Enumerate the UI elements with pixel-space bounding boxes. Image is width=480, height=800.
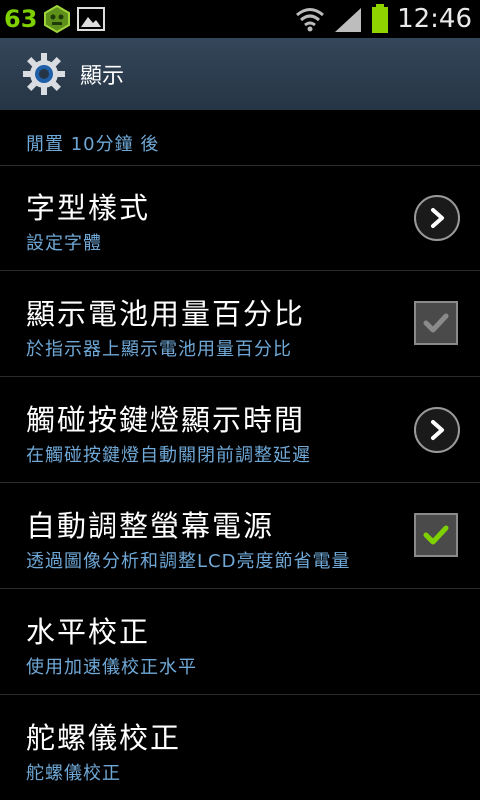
battery-icon xyxy=(372,4,389,33)
setting-title: 水平校正 xyxy=(26,615,151,649)
notification-count: 63 xyxy=(4,5,38,33)
setting-item-horizontal-calibration[interactable]: 水平校正 使用加速儀校正水平 xyxy=(0,589,480,695)
setting-summary: 閒置 10分鐘 後 xyxy=(26,134,160,155)
setting-title: 觸碰按鍵燈顯示時間 xyxy=(26,403,306,437)
settings-list[interactable]: 閒置 10分鐘 後 字型樣式 設定字體 顯示電池用量百分比 於指示器上顯示電池用… xyxy=(0,110,480,800)
setting-summary: 在觸碰按鍵燈自動關閉前調整延遲 xyxy=(26,445,311,466)
status-bar: 63 12:46 xyxy=(0,0,480,38)
setting-item-gyroscope-calibration[interactable]: 舵螺儀校正 舵螺儀校正 xyxy=(0,695,480,800)
chevron-right-icon[interactable] xyxy=(414,407,460,453)
setting-item-auto-screen-power[interactable]: 自動調整螢幕電源 透過圖像分析和調整LCD亮度節省電量 xyxy=(0,483,480,589)
check-icon xyxy=(423,313,449,333)
settings-gear-icon xyxy=(23,53,65,95)
auto-screen-power-checkbox[interactable] xyxy=(414,513,458,557)
setting-summary: 透過圖像分析和調整LCD亮度節省電量 xyxy=(26,551,351,572)
setting-item-screen-timeout[interactable]: 閒置 10分鐘 後 xyxy=(0,110,480,166)
battery-percentage-checkbox[interactable] xyxy=(414,301,458,345)
setting-title: 舵螺儀校正 xyxy=(26,721,182,755)
setting-summary: 於指示器上顯示電池用量百分比 xyxy=(26,339,292,360)
page-title: 顯示 xyxy=(80,64,125,89)
clock: 12:46 xyxy=(397,4,472,34)
image-icon xyxy=(77,7,106,31)
setting-title: 顯示電池用量百分比 xyxy=(26,297,306,331)
setting-item-touch-key-light[interactable]: 觸碰按鍵燈顯示時間 在觸碰按鍵燈自動關閉前調整延遲 xyxy=(0,377,480,483)
setting-title: 字型樣式 xyxy=(26,191,151,225)
setting-item-battery-percentage[interactable]: 顯示電池用量百分比 於指示器上顯示電池用量百分比 xyxy=(0,271,480,377)
action-bar: 顯示 xyxy=(0,38,480,110)
setting-title: 自動調整螢幕電源 xyxy=(26,509,275,543)
app-notification-icon xyxy=(44,5,71,33)
setting-summary: 設定字體 xyxy=(26,233,102,254)
setting-item-font-style[interactable]: 字型樣式 設定字體 xyxy=(0,165,480,271)
setting-summary: 舵螺儀校正 xyxy=(26,763,121,784)
wifi-icon xyxy=(296,8,325,32)
chevron-right-icon[interactable] xyxy=(414,195,460,241)
check-icon xyxy=(423,525,449,545)
signal-icon xyxy=(335,8,362,32)
setting-summary: 使用加速儀校正水平 xyxy=(26,657,197,678)
